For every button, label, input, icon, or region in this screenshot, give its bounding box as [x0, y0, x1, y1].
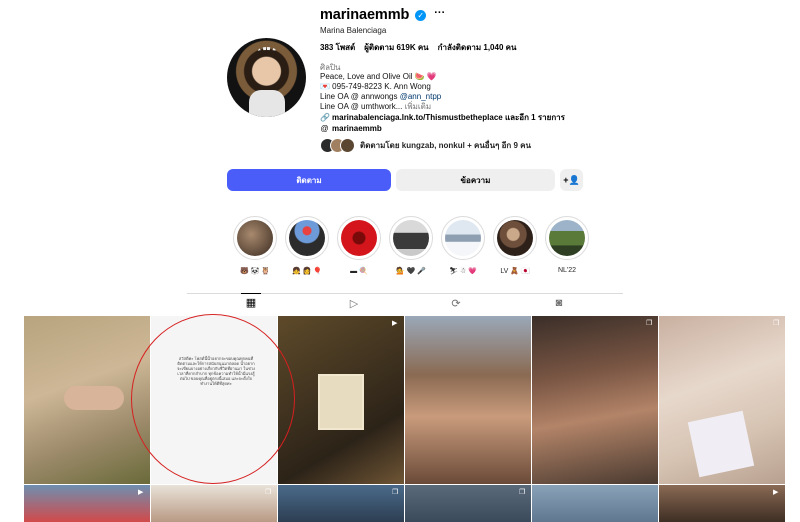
message-button[interactable]: ข้อความ [396, 169, 555, 191]
highlight-ring [337, 216, 381, 260]
reel-icon: ▶ [773, 489, 779, 496]
post-tile[interactable]: ❐ [278, 485, 404, 522]
highlight-ring [441, 216, 485, 260]
highlight-ring [285, 216, 329, 260]
highlight-item[interactable]: NL'22 [545, 216, 589, 275]
reel-icon: ▶ [138, 489, 144, 496]
highlight-item[interactable]: LV 🧸 🇯🇵 [493, 216, 537, 275]
profile-stats: 383 โพสต์ ผู้ติดตาม 619K คน กำลังติดตาม … [320, 41, 516, 54]
highlight-ring [389, 216, 433, 260]
bio-more-link[interactable]: เพิ่มเติม [405, 102, 431, 111]
post-tile[interactable]: ▶ [24, 485, 150, 522]
highlight-label: NL'22 [557, 267, 577, 274]
bio-line-3: Line OA @ annwongs @ann_ntpp [320, 92, 441, 102]
reel-icon: ▶ [392, 320, 398, 327]
highlight-label: LV 🧸 🇯🇵 [500, 268, 530, 275]
external-link[interactable]: 🔗 marinabalenciaga.lnk.to/Thismustbethep… [320, 112, 565, 123]
tiara-decoration [258, 47, 276, 55]
annotation-circle [131, 314, 295, 484]
post-tile[interactable] [532, 485, 658, 522]
threads-link[interactable]: @ marinaemmb [320, 123, 565, 134]
highlight-item[interactable]: ▬ 🍭 [337, 216, 381, 275]
external-link-text[interactable]: marinabalenciaga.lnk.to/Thismustbethepla… [332, 112, 565, 123]
avatar-dress [249, 90, 285, 117]
bio-line-3-text: Line OA @ annwongs [320, 92, 400, 101]
link-icon: 🔗 [320, 113, 330, 122]
highlight-item[interactable]: 🐻 🐼 🦉 [233, 216, 277, 275]
post-tile[interactable]: ❐ [532, 316, 658, 484]
polaroid-photo [318, 374, 364, 430]
username: marinaemmb [320, 7, 410, 23]
grid-icon[interactable]: ▦ [241, 293, 261, 311]
post-image [64, 386, 124, 410]
carousel-icon: ❐ [392, 489, 399, 496]
full-name: Marina Balenciaga [320, 26, 387, 35]
carousel-icon: ❐ [773, 320, 780, 327]
highlight-cover [393, 220, 429, 256]
bio-line-4: Line OA @ umthwork... เพิ่มเติม [320, 102, 441, 112]
highlight-ring [493, 216, 537, 260]
post-tile[interactable]: ▶ [278, 316, 404, 484]
follower-avatar [340, 138, 355, 153]
highlight-label: ⛷ ☃ 💗 [449, 268, 477, 275]
highlight-item[interactable]: 💁 🖤 🎤 [389, 216, 433, 275]
post-tile[interactable]: ▶ [659, 485, 785, 522]
story-highlights: 🐻 🐼 🦉 👧 👩 🎈 ▬ 🍭 💁 🖤 🎤 ⛷ ☃ 💗 LV 🧸 🇯🇵 NL'2… [233, 216, 589, 275]
post-tile[interactable]: ❐ [405, 485, 531, 522]
carousel-icon: ❐ [646, 320, 653, 327]
followers-link[interactable]: ผู้ติดตาม 619K คน [364, 41, 428, 54]
add-user-icon[interactable]: +👤 [560, 169, 583, 191]
threads-link-text[interactable]: marinaemmb [332, 123, 382, 134]
highlight-label: ▬ 🍭 [350, 268, 368, 275]
highlight-cover [289, 220, 325, 256]
highlight-cover [237, 220, 273, 256]
highlight-cover [549, 220, 585, 256]
highlight-item[interactable]: 👧 👩 🎈 [285, 216, 329, 275]
follower-avatars [320, 138, 355, 153]
highlight-ring [233, 216, 277, 260]
post-tile[interactable]: ❐ [659, 316, 785, 484]
highlight-item[interactable]: ⛷ ☃ 💗 [441, 216, 485, 275]
highlight-cover [497, 220, 533, 256]
profile-avatar[interactable] [227, 38, 306, 117]
profile-bio: Peace, Love and Olive Oil 🍉 💗 💌 095-749-… [320, 72, 441, 112]
post-tile[interactable]: ❐ [151, 485, 277, 522]
verified-badge-icon: ✓ [415, 9, 427, 21]
follow-button[interactable]: ติดตาม [227, 169, 391, 191]
profile-tabs: ▦ ▷ ⟳ ◙ [187, 293, 623, 311]
highlight-cover [341, 220, 377, 256]
more-options-icon[interactable]: ··· [434, 8, 445, 21]
carousel-icon: ❐ [265, 489, 272, 496]
reels-icon[interactable]: ▷ [344, 294, 364, 312]
profile-links: 🔗 marinabalenciaga.lnk.to/Thismustbethep… [320, 112, 565, 134]
threads-icon: @ [320, 124, 329, 133]
highlight-cover [445, 220, 481, 256]
bio-line-1: Peace, Love and Olive Oil 🍉 💗 [320, 72, 437, 81]
highlight-label: 💁 🖤 🎤 [395, 268, 427, 275]
bio-line-4-text: Line OA @ umthwork... [320, 102, 405, 111]
product-box [687, 410, 755, 478]
reposts-icon[interactable]: ⟳ [446, 294, 466, 312]
followed-by-text[interactable]: ติดตามโดย kungzab, nonkul + คนอื่นๆ อีก … [360, 139, 531, 152]
post-tile[interactable] [405, 316, 531, 484]
following-link[interactable]: กำลังติดตาม 1,040 คน [438, 41, 517, 54]
bio-mention-link[interactable]: @ann_ntpp [400, 92, 442, 101]
tagged-icon[interactable]: ◙ [549, 294, 569, 312]
highlight-label: 👧 👩 🎈 [291, 268, 323, 275]
highlight-label: 🐻 🐼 🦉 [239, 268, 271, 275]
username-row: marinaemmb ✓ ··· [320, 7, 445, 23]
followed-by[interactable]: ติดตามโดย kungzab, nonkul + คนอื่นๆ อีก … [320, 138, 531, 153]
carousel-icon: ❐ [519, 489, 526, 496]
posts-count: 383 โพสต์ [320, 43, 356, 52]
bio-line-2: 💌 095-749-8223 K. Ann Wong [320, 82, 431, 91]
highlight-ring [545, 216, 589, 260]
